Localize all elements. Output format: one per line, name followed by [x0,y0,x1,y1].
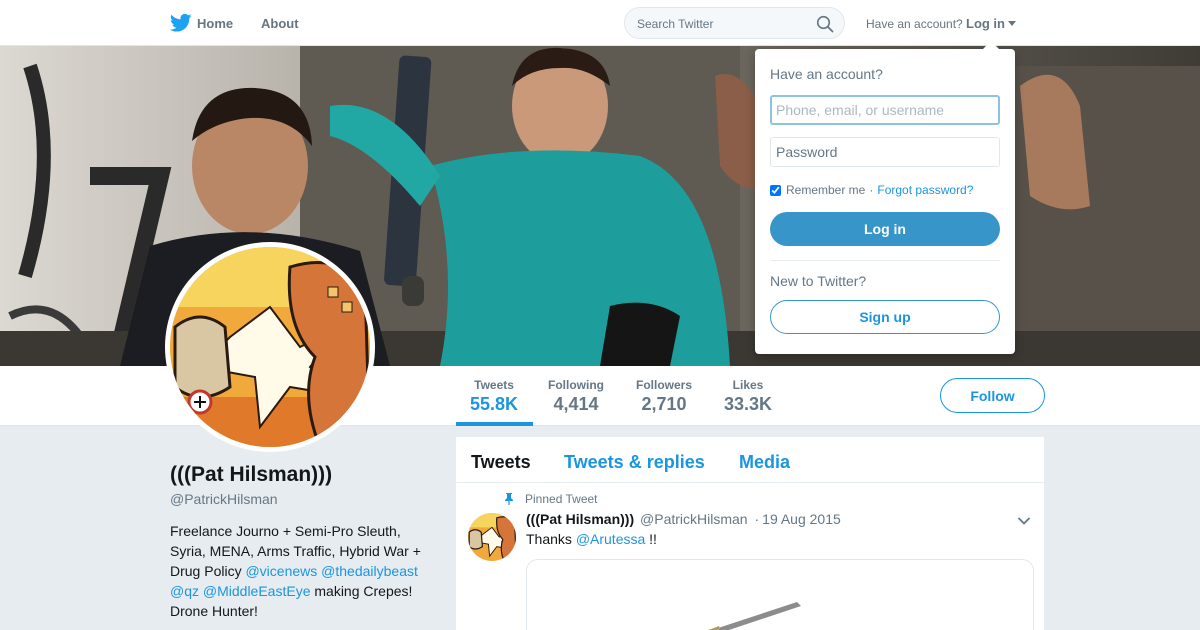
remember-me-checkbox[interactable] [770,184,781,196]
search-icon[interactable] [816,15,834,33]
tweet-media-card[interactable] [526,559,1034,630]
login-dropdown: Have an account? Remember me · Forgot pa… [755,41,1015,354]
stat-following[interactable]: Following 4,414 [548,378,604,415]
nav-home-link[interactable]: Home [197,16,233,31]
tweet-text-part: Thanks [526,531,576,547]
tweet-avatar[interactable] [468,513,516,561]
tab-tweets-replies[interactable]: Tweets & replies [564,452,705,473]
remember-separator: · [869,183,874,197]
profile-handle[interactable]: @PatrickHilsman [170,491,278,507]
stat-value: 55.8K [470,394,519,414]
tweet-header: (((Pat Hilsman))) @PatrickHilsman · 19 Au… [526,511,841,527]
nav-about-link[interactable]: About [261,16,299,31]
have-account-label: Have an account? [866,17,963,31]
tab-tweets[interactable]: Tweets [471,452,531,473]
password-input[interactable] [770,137,1000,167]
forgot-password-link[interactable]: Forgot password? [877,183,973,197]
stat-label: Tweets [474,378,514,392]
active-stat-underline [456,422,533,426]
tweet-date[interactable]: 19 Aug 2015 [762,511,841,527]
twitter-bird-icon[interactable] [170,13,192,33]
stat-label: Following [548,378,604,392]
caret-down-icon[interactable] [1008,21,1016,26]
bio-link-qz[interactable]: @qz [170,583,199,599]
tweet-author-name[interactable]: (((Pat Hilsman))) [526,511,634,527]
search-input[interactable] [637,15,807,33]
stat-value: 4,414 [553,394,599,414]
top-nav: Home About Have an account? Log in [0,0,1200,46]
tweet-avatar-image [468,513,516,561]
tweet-media-image [527,560,1033,630]
pin-icon [505,493,513,505]
pinned-tweet-label: Pinned Tweet [525,492,598,506]
stat-label: Likes [732,378,764,392]
timeline: Tweets Tweets & replies Media Pinned Twe… [456,437,1044,630]
search-box [624,7,845,39]
tweet-text: Thanks @Arutessa !! [526,531,657,547]
timeline-tabs: Tweets Tweets & replies Media [456,437,1044,483]
bio-link-vicenews[interactable]: @vicenews [245,563,317,579]
bio-link-thedailybeast[interactable]: @thedailybeast [321,563,418,579]
tab-media[interactable]: Media [739,452,790,473]
remember-me-label[interactable]: Remember me [786,183,865,197]
tweet-separator: · [754,511,760,527]
chevron-down-icon[interactable] [1017,516,1031,526]
tweet-mention-link[interactable]: @Arutessa [576,531,645,547]
login-button[interactable]: Log in [770,212,1000,246]
username-input[interactable] [770,95,1000,125]
follow-button[interactable]: Follow [940,378,1045,413]
login-dropdown-title: Have an account? [770,66,883,82]
profile-avatar[interactable] [165,242,375,452]
profile-name: (((Pat Hilsman))) [170,463,333,486]
new-to-twitter-label: New to Twitter? [770,273,867,289]
remember-row: Remember me · Forgot password? [770,183,973,197]
stat-tweets[interactable]: Tweets 55.8K [470,378,518,415]
login-dropdown-toggle[interactable]: Log in [966,16,1005,31]
stat-followers[interactable]: Followers 2,710 [636,378,692,415]
bio-link-middleeasteye[interactable]: @MiddleEastEye [203,583,311,599]
dropdown-divider [770,260,1000,261]
avatar-image [170,247,370,447]
stat-likes[interactable]: Likes 33.3K [724,378,772,415]
stat-value: 33.3K [724,394,773,414]
stat-label: Followers [636,378,693,392]
tweet-author-handle[interactable]: @PatrickHilsman [640,511,748,527]
stat-value: 2,710 [641,394,687,414]
profile-bio: Freelance Journo + Semi-Pro Sleuth, Syri… [170,521,435,621]
tweet-text-part: !! [645,531,657,547]
signup-button[interactable]: Sign up [770,300,1000,334]
